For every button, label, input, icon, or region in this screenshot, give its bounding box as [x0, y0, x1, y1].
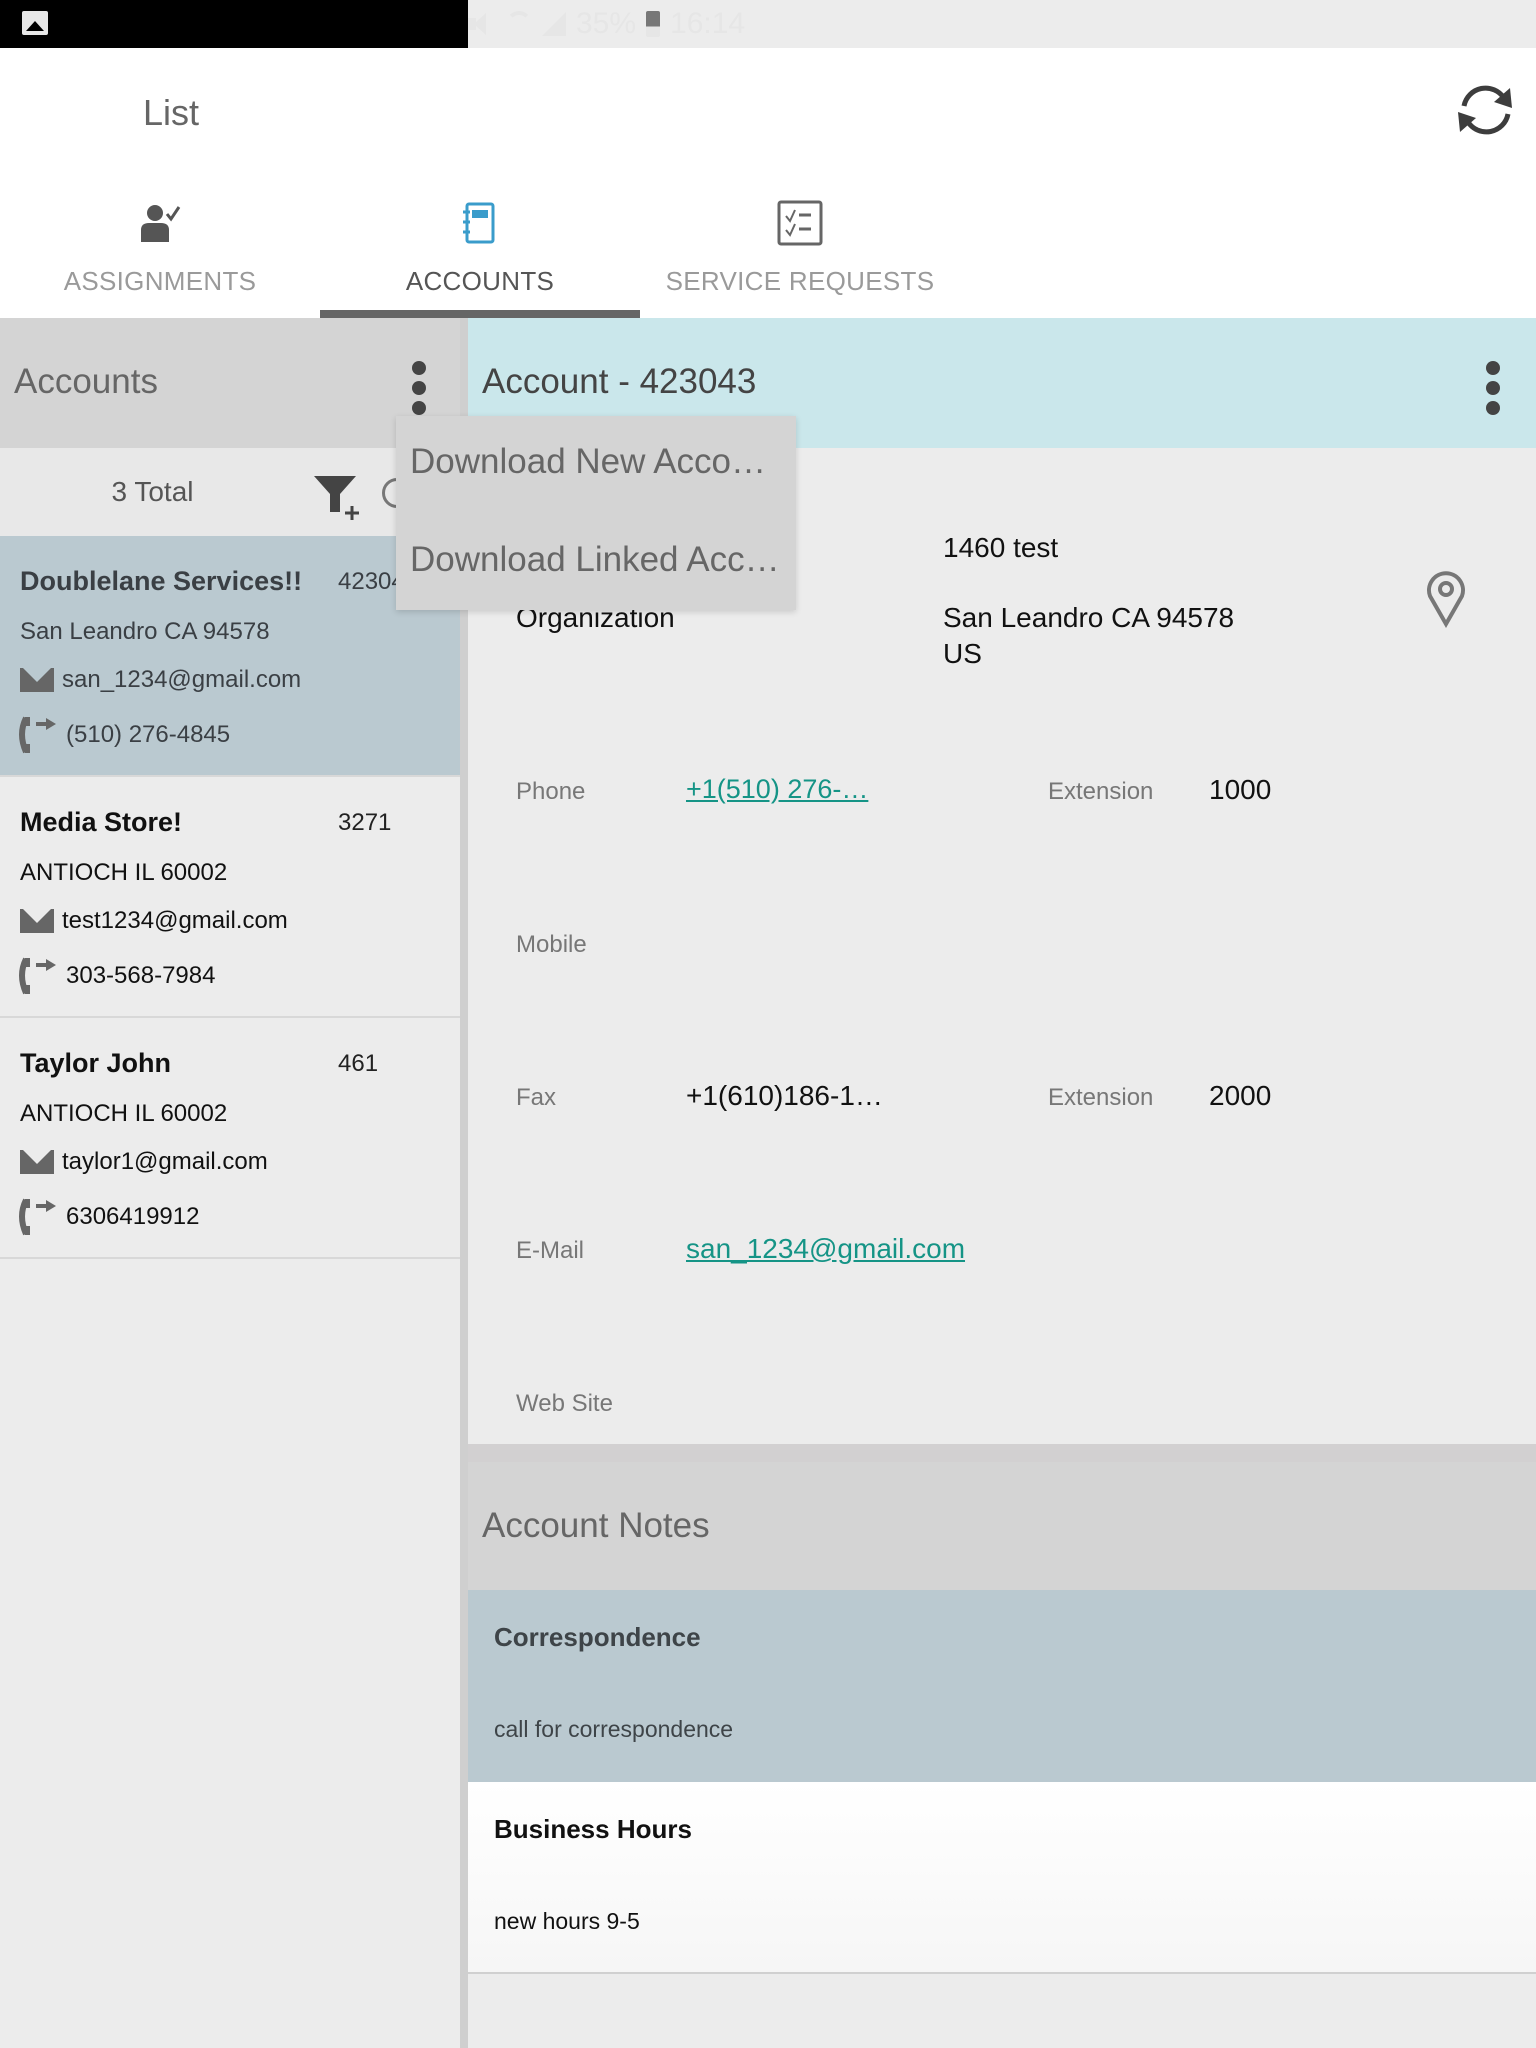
notebook-icon [463, 202, 495, 244]
accounts-header: Accounts [0, 318, 460, 448]
phone-forward-icon [19, 957, 56, 995]
account-detail-title: Account - 423043 [482, 362, 757, 401]
note-item[interactable]: Business Hours new hours 9-5 [468, 1782, 1536, 1974]
account-phone: 6306419912 [66, 1203, 200, 1230]
phone-label: Phone [516, 778, 586, 805]
tab-assignments[interactable]: ASSIGNMENTS [0, 180, 320, 318]
fax-value: +1(610)186-1… [686, 1080, 883, 1111]
app-bar: List ASSIGNMENTS ACCOUNTS SERVICE REQUES… [0, 48, 1536, 318]
account-address: ANTIOCH IL 60002 [20, 1100, 228, 1127]
accounts-toolbar: 3 Total [0, 448, 460, 536]
account-address: ANTIOCH IL 60002 [20, 859, 228, 886]
signal-icon [542, 12, 566, 36]
fax-extension-label: Extension [1048, 1084, 1154, 1111]
phone-extension-value: 1000 [1209, 774, 1272, 805]
account-address: San Leandro CA 94578 [20, 618, 270, 645]
overflow-menu: Download New Acco… Download Linked Acc… [396, 416, 796, 610]
fax-extension-value: 2000 [1209, 1080, 1272, 1111]
phone-forward-icon [19, 716, 56, 754]
account-name: Doublelane Services!! [20, 566, 303, 596]
account-name: Media Store! [20, 807, 183, 837]
address-line-2: San Leandro CA 94578 [943, 602, 1235, 633]
account-notes-title: Account Notes [482, 1506, 710, 1545]
phone-link[interactable]: +1(510) 276-… [686, 774, 868, 805]
wifi-icon [506, 11, 532, 37]
checklist-icon [777, 200, 823, 246]
section-divider [468, 1444, 1536, 1462]
note-title: Correspondence [494, 1622, 701, 1652]
fax-label: Fax [516, 1084, 557, 1111]
map-pin-icon[interactable] [1424, 568, 1468, 628]
account-email: test1234@gmail.com [62, 907, 288, 934]
tab-label: ACCOUNTS [405, 266, 555, 296]
gallery-icon [22, 11, 48, 35]
person-check-icon [141, 205, 181, 242]
mute-icon [468, 11, 496, 37]
account-notes-header: Account Notes [468, 1462, 1536, 1590]
status-icons: 35% 16:14 [468, 0, 1536, 48]
accounts-overflow-menu-button[interactable] [404, 358, 434, 418]
email-label: E-Mail [516, 1237, 585, 1264]
account-phone: 303-568-7984 [66, 962, 216, 989]
filter-add-icon[interactable] [312, 470, 364, 522]
refresh-icon[interactable] [1454, 78, 1518, 142]
address-line-3: US [943, 638, 982, 669]
account-number: 461 [338, 1050, 379, 1077]
note-body: new hours 9-5 [494, 1908, 640, 1934]
website-label: Web Site [516, 1390, 613, 1417]
total-count: 3 Total [111, 476, 194, 507]
phone-forward-icon [19, 1198, 56, 1236]
detail-overflow-menu-button[interactable] [1478, 358, 1508, 418]
mail-icon [20, 909, 54, 933]
mail-icon [20, 668, 54, 692]
list-item[interactable]: Media Store! 3271 ANTIOCH IL 60002 test1… [0, 777, 460, 1018]
account-email: san_1234@gmail.com [62, 666, 302, 693]
account-name: Taylor John [20, 1048, 172, 1078]
mail-icon [20, 1150, 54, 1174]
battery-icon [646, 11, 661, 37]
email-link[interactable]: san_1234@gmail.com [686, 1233, 965, 1265]
battery-percent: 35% [576, 7, 637, 40]
note-title: Business Hours [494, 1814, 692, 1844]
account-number: 42304 [338, 568, 405, 595]
menu-item-download-new-accounts[interactable]: Download New Acco… [410, 442, 766, 482]
accounts-panel: Accounts 3 Total Doublelane Services!! 4… [0, 318, 460, 2048]
status-bar: 35% 16:14 [0, 0, 1536, 48]
list-item[interactable]: Taylor John 461 ANTIOCH IL 60002 taylor1… [0, 1018, 460, 1259]
account-phone: (510) 276-4845 [66, 721, 231, 748]
tab-bar: ASSIGNMENTS ACCOUNTS SERVICE REQUESTS [0, 180, 960, 318]
account-email: taylor1@gmail.com [62, 1148, 268, 1175]
clock: 16:14 [670, 7, 746, 40]
mobile-label: Mobile [516, 931, 587, 958]
tab-label: SERVICE REQUESTS [665, 266, 935, 296]
list-item[interactable]: Doublelane Services!! 42304 San Leandro … [0, 536, 460, 777]
accounts-title: Accounts [14, 362, 158, 401]
address-line-1: 1460 test [943, 532, 1059, 563]
phone-extension-label: Extension [1048, 778, 1154, 805]
account-number: 3271 [338, 809, 392, 836]
note-item[interactable]: Correspondence call for correspondence [468, 1590, 1536, 1782]
tab-accounts[interactable]: ACCOUNTS [320, 180, 640, 318]
tab-service-requests[interactable]: SERVICE REQUESTS [640, 180, 960, 318]
tab-label: ASSIGNMENTS [63, 266, 257, 296]
menu-item-download-linked-accounts[interactable]: Download Linked Acc… [410, 540, 780, 580]
accounts-list: Doublelane Services!! 42304 San Leandro … [0, 536, 460, 1259]
note-body: call for correspondence [494, 1716, 734, 1742]
page-title: List [143, 92, 200, 133]
